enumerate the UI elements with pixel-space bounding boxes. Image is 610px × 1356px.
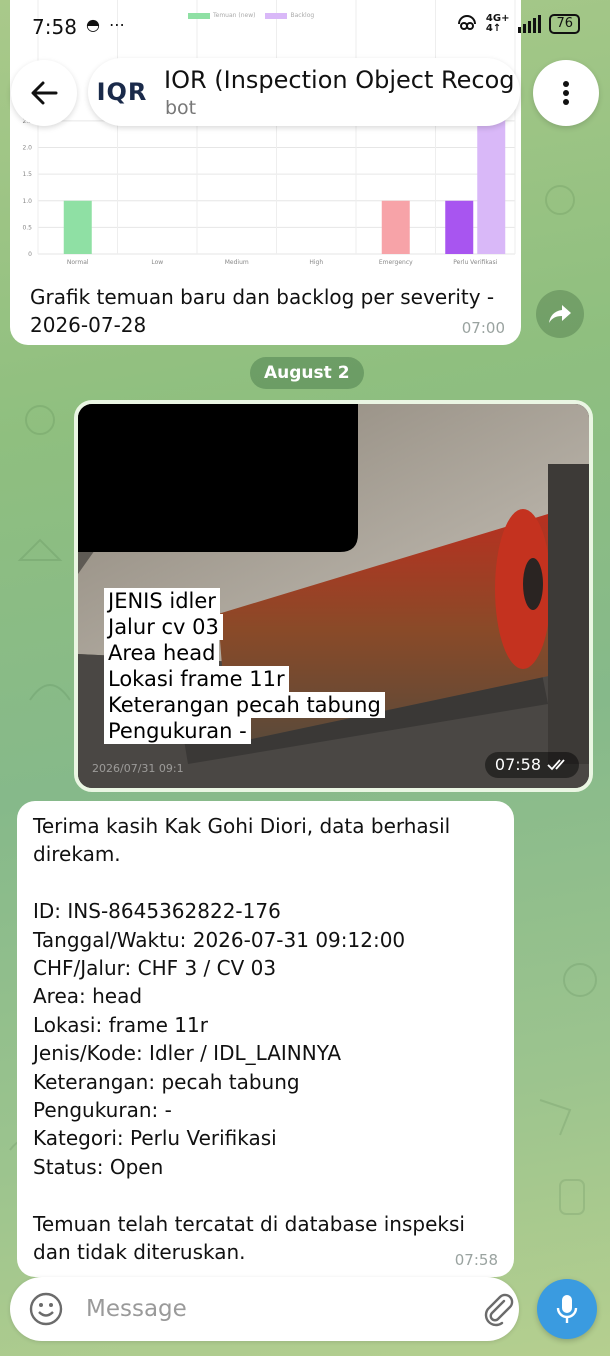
text-message-bubble[interactable]: Terima kasih Kak Gohi Diori, data berhas… xyxy=(17,801,514,1277)
caption-line: Area head xyxy=(104,640,220,666)
y-tick-label: 2.0 xyxy=(22,145,32,152)
more-vertical-icon xyxy=(563,81,569,105)
chart-bar xyxy=(445,200,474,254)
more-options-button[interactable] xyxy=(533,60,599,126)
message-line: Keterangan: pecah tabung xyxy=(33,1069,300,1094)
message-line xyxy=(33,869,498,897)
chart-bar xyxy=(381,200,410,254)
chat-header[interactable]: IQR IOR (Inspection Object Recog bot xyxy=(88,58,520,126)
caption-line: Lokasi frame 11r xyxy=(104,666,289,692)
share-arrow-icon xyxy=(549,305,571,323)
x-tick-label: Normal xyxy=(67,259,89,266)
message-line: Pengukuran: - xyxy=(33,1098,172,1123)
chat-title: IOR (Inspection Object Recog xyxy=(164,66,515,94)
emoji-icon[interactable] xyxy=(28,1291,64,1327)
caption-line: Pengukuran - xyxy=(104,718,251,744)
message-line: ID: INS-8645362822-176 xyxy=(33,899,281,924)
message-line: Terima kasih Kak Gohi Diori, data berhas… xyxy=(33,814,451,838)
caption-line: JENIS idler xyxy=(104,588,220,614)
x-tick-label: Emergency xyxy=(379,259,413,266)
message-time: 07:58 xyxy=(454,1251,498,1269)
hotspot-icon xyxy=(457,15,476,30)
attach-icon[interactable] xyxy=(480,1291,516,1327)
status-indicators: 4G+ 4↑ 76 xyxy=(456,14,580,34)
back-button[interactable] xyxy=(11,60,77,126)
message-line: Jenis/Kode: Idler / IDL_LAINNYA xyxy=(33,1041,342,1066)
message-input[interactable] xyxy=(86,1289,466,1329)
chart-bar xyxy=(63,200,92,254)
status-time: 7:58 xyxy=(32,15,77,39)
forward-button[interactable] xyxy=(536,290,584,338)
voice-record-button[interactable] xyxy=(537,1279,597,1339)
message-time: 07:00 xyxy=(461,319,505,337)
caption-line: Keterangan pecah tabung xyxy=(104,692,385,718)
chat-subtitle: bot xyxy=(165,97,197,119)
message-time: 07:58 xyxy=(494,755,541,774)
y-tick-label: 1.5 xyxy=(22,171,32,178)
y-tick-label: 0.5 xyxy=(22,224,32,231)
y-tick-label: 0 xyxy=(28,251,32,258)
double-check-icon xyxy=(547,759,565,771)
x-tick-label: Medium xyxy=(225,259,249,266)
battery-indicator: 76 xyxy=(549,14,580,34)
network-type: 4G+ 4↑ xyxy=(485,13,510,34)
photo-timestamp-watermark: 2026/07/31 09:1 xyxy=(92,762,184,775)
bot-avatar[interactable]: IQR xyxy=(90,60,154,124)
signal-icon xyxy=(518,15,542,33)
message-line: Kategori: Perlu Verifikasi xyxy=(33,1126,277,1151)
notification-icons: ◓ ⋯ xyxy=(86,15,128,34)
date-separator: August 2 xyxy=(250,357,364,389)
message-text: Terima kasih Kak Gohi Diori, data berhas… xyxy=(33,812,498,1266)
message-line: Tanggal/Waktu: 2026-07-31 09:12:00 xyxy=(33,927,406,952)
message-line: direkam. xyxy=(33,842,121,867)
status-bar: 7:58 ◓ ⋯ 4G+ 4↑ 76 xyxy=(0,0,610,56)
message-line: Lokasi: frame 11r xyxy=(33,1012,208,1037)
photo-message[interactable]: JENIS idler Jalur cv 03 Area head Lokasi… xyxy=(74,400,593,792)
caption-line: Jalur cv 03 xyxy=(104,614,223,640)
y-tick-label: 1.0 xyxy=(22,198,32,205)
x-tick-label: Low xyxy=(151,259,163,266)
message-line: dan tidak diteruskan. xyxy=(33,1240,246,1265)
back-arrow-icon xyxy=(31,81,58,105)
message-line: Status: Open xyxy=(33,1154,164,1179)
x-tick-label: Perlu Verifikasi xyxy=(453,259,497,266)
message-line xyxy=(33,1181,498,1209)
photo-caption: JENIS idler Jalur cv 03 Area head Lokasi… xyxy=(104,588,385,744)
x-tick-label: High xyxy=(309,259,323,266)
chart-caption: Grafik temuan baru dan backlog per sever… xyxy=(30,285,495,337)
avatar-logo: IQR xyxy=(96,78,148,106)
message-line: CHF/Jalur: CHF 3 / CV 03 xyxy=(33,956,277,981)
message-composer xyxy=(10,1277,519,1341)
photo-time-badge: 07:58 xyxy=(484,752,579,778)
message-line: Temuan telah tercatat di database inspek… xyxy=(33,1211,465,1236)
microphone-icon xyxy=(556,1295,578,1323)
message-line: Area: head xyxy=(33,984,143,1009)
